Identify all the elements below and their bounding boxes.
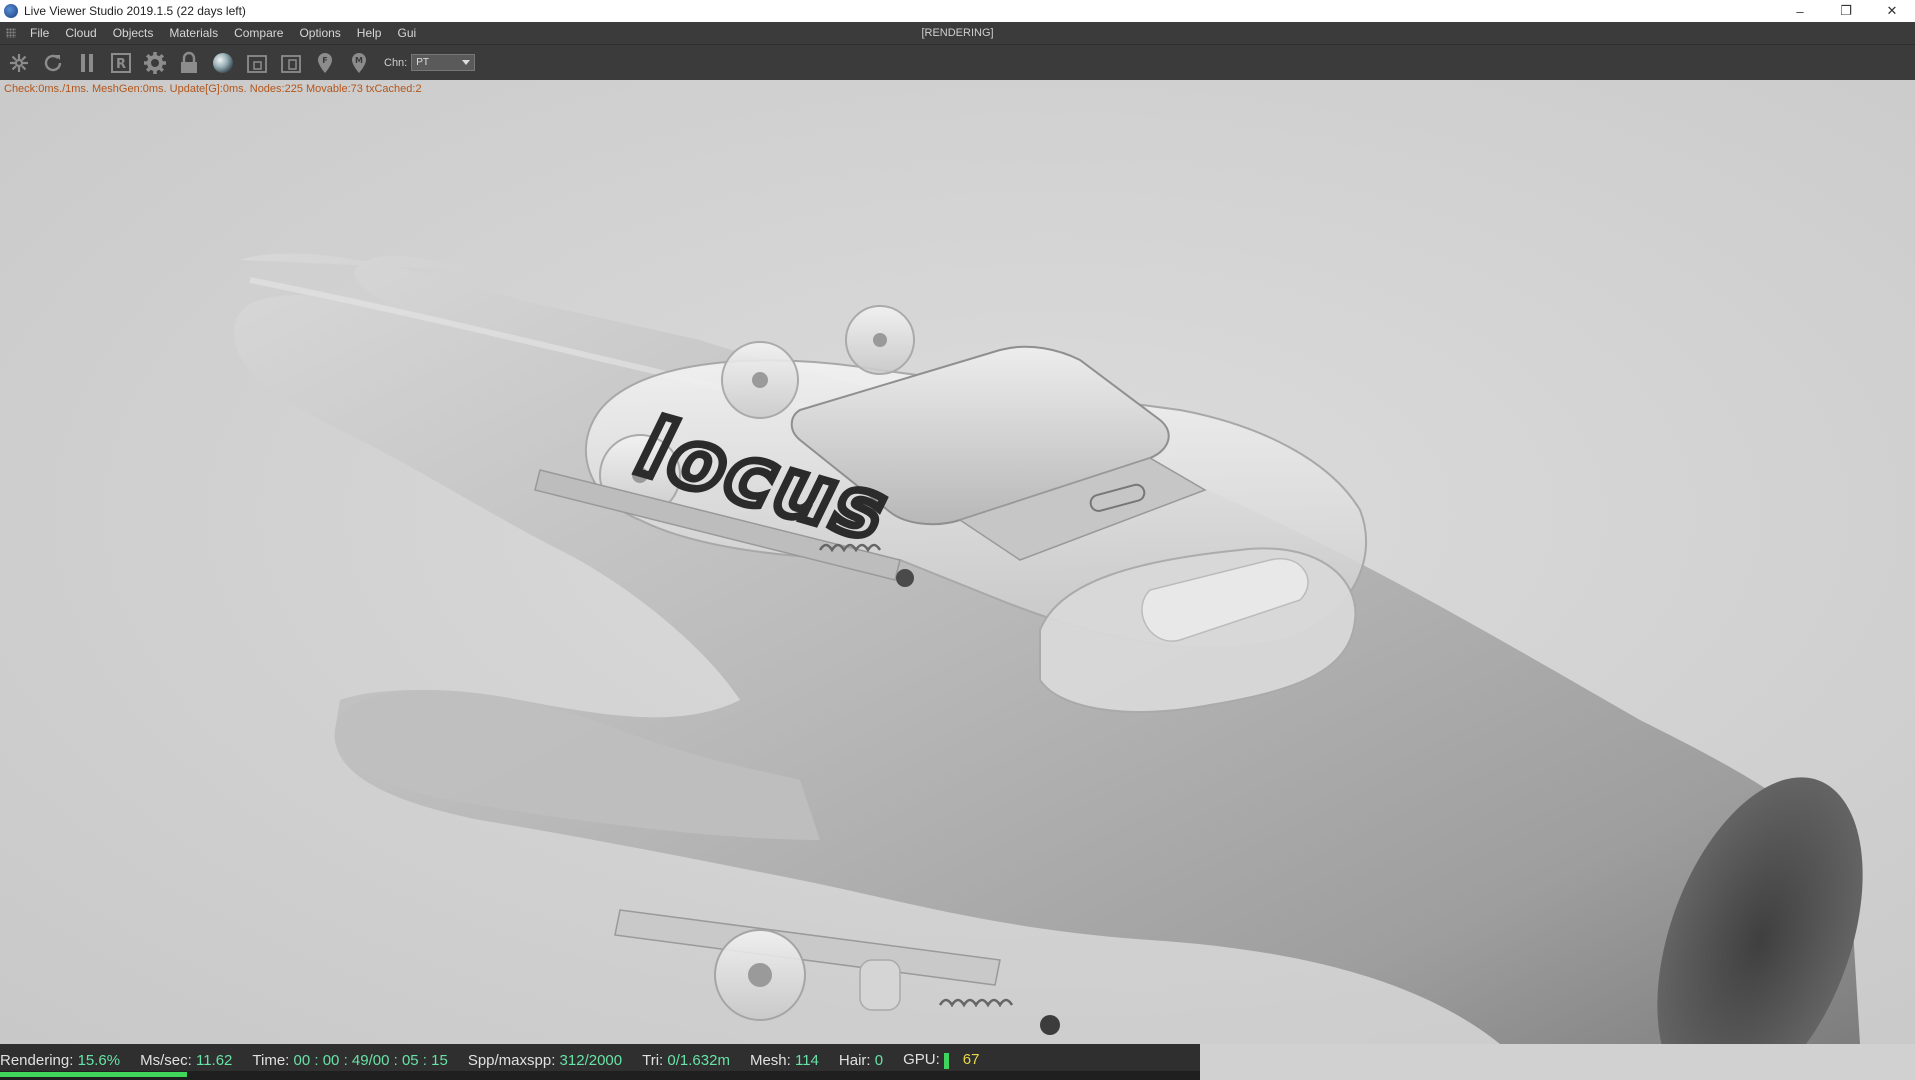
gpu-label: GPU: [903,1051,940,1069]
pick-material-icon[interactable]: M [344,48,374,78]
gear-icon[interactable] [140,48,170,78]
render-viewport[interactable]: locus Check:0ms./1ms. MeshGen:0ms. Updat… [0,80,1915,1044]
gpu-status: GPU: 67 [903,1051,980,1069]
spp-label: Spp/maxspp: [467,1051,556,1069]
mssec-label: Ms/sec: [140,1051,192,1069]
menu-cloud[interactable]: Cloud [57,26,104,40]
svg-text:M: M [355,56,363,65]
gpu-load-bar [943,1052,949,1069]
refresh-icon[interactable] [38,48,68,78]
lock-icon[interactable] [174,48,204,78]
tri-label: Tri: [642,1051,664,1069]
menu-gui[interactable]: Gui [389,26,424,40]
render-stats-line: Check:0ms./1ms. MeshGen:0ms. Update[G]:0… [4,83,422,95]
close-button[interactable]: ✕ [1869,0,1915,22]
menu-file[interactable]: File [22,26,57,40]
title-bar: Live Viewer Studio 2019.1.5 (22 days lef… [0,0,1915,22]
app-logo-icon [4,4,18,18]
film-region-icon[interactable] [276,48,306,78]
rendering-status: Rendering: 15.6% [0,1052,120,1069]
render-progress-fill [0,1072,188,1077]
channel-select[interactable]: PT [411,54,476,71]
hair-status: Hair: 0 [839,1052,883,1069]
rendered-scene: locus [234,253,1863,1044]
spp-status: Spp/maxspp: 312/2000 [468,1052,622,1069]
window-title: Live Viewer Studio 2019.1.5 (22 days lef… [24,4,246,18]
render-sphere-icon[interactable] [4,48,34,78]
spp-value: 312/2000 [559,1051,623,1069]
menu-objects[interactable]: Objects [105,26,162,40]
mesh-status: Mesh: 114 [750,1052,819,1069]
region-r-icon[interactable]: R [106,48,136,78]
hair-value: 0 [874,1051,884,1069]
gpu-value: 67 [962,1051,980,1069]
svg-text:F: F [322,56,327,65]
rendering-value: 15.6% [77,1051,121,1069]
menu-bar: File Cloud Objects Materials Compare Opt… [0,22,1915,44]
hair-label: Hair: [838,1051,871,1069]
toolbar: R F M Chn: PT [0,44,1915,80]
pause-icon[interactable] [72,48,102,78]
crop-region-icon[interactable] [242,48,272,78]
restore-button[interactable]: ❐ [1823,0,1869,22]
mssec-value: 11.62 [195,1051,233,1069]
render-progress-track [0,1071,1200,1080]
window-controls: – ❐ ✕ [1777,0,1915,22]
mssec-status: Ms/sec: 11.62 [140,1052,232,1069]
tri-value: 0/1.632m [667,1051,730,1069]
chevron-down-icon [462,60,471,65]
channel-label: Chn: [384,56,408,69]
channel-select-value: PT [416,57,430,68]
time-label: Time: [252,1051,290,1069]
menu-help[interactable]: Help [349,26,390,40]
menu-options[interactable]: Options [291,26,348,40]
time-status: Time: 00 : 00 : 49/00 : 05 : 15 [252,1052,447,1069]
mesh-label: Mesh: [749,1051,791,1069]
pick-focus-icon[interactable]: F [310,48,340,78]
menu-materials[interactable]: Materials [161,26,226,40]
menu-compare[interactable]: Compare [226,26,291,40]
material-ball-icon[interactable] [208,48,238,78]
mesh-value: 114 [794,1051,819,1069]
viewport-bottom-strip [1200,1044,1915,1080]
svg-text:R: R [116,57,126,72]
minimize-button[interactable]: – [1777,0,1823,22]
time-value: 00 : 00 : 49/00 : 05 : 15 [293,1051,448,1069]
rendering-label: Rendering: [0,1051,74,1069]
grip-icon [6,28,16,38]
tri-status: Tri: 0/1.632m [642,1052,730,1069]
